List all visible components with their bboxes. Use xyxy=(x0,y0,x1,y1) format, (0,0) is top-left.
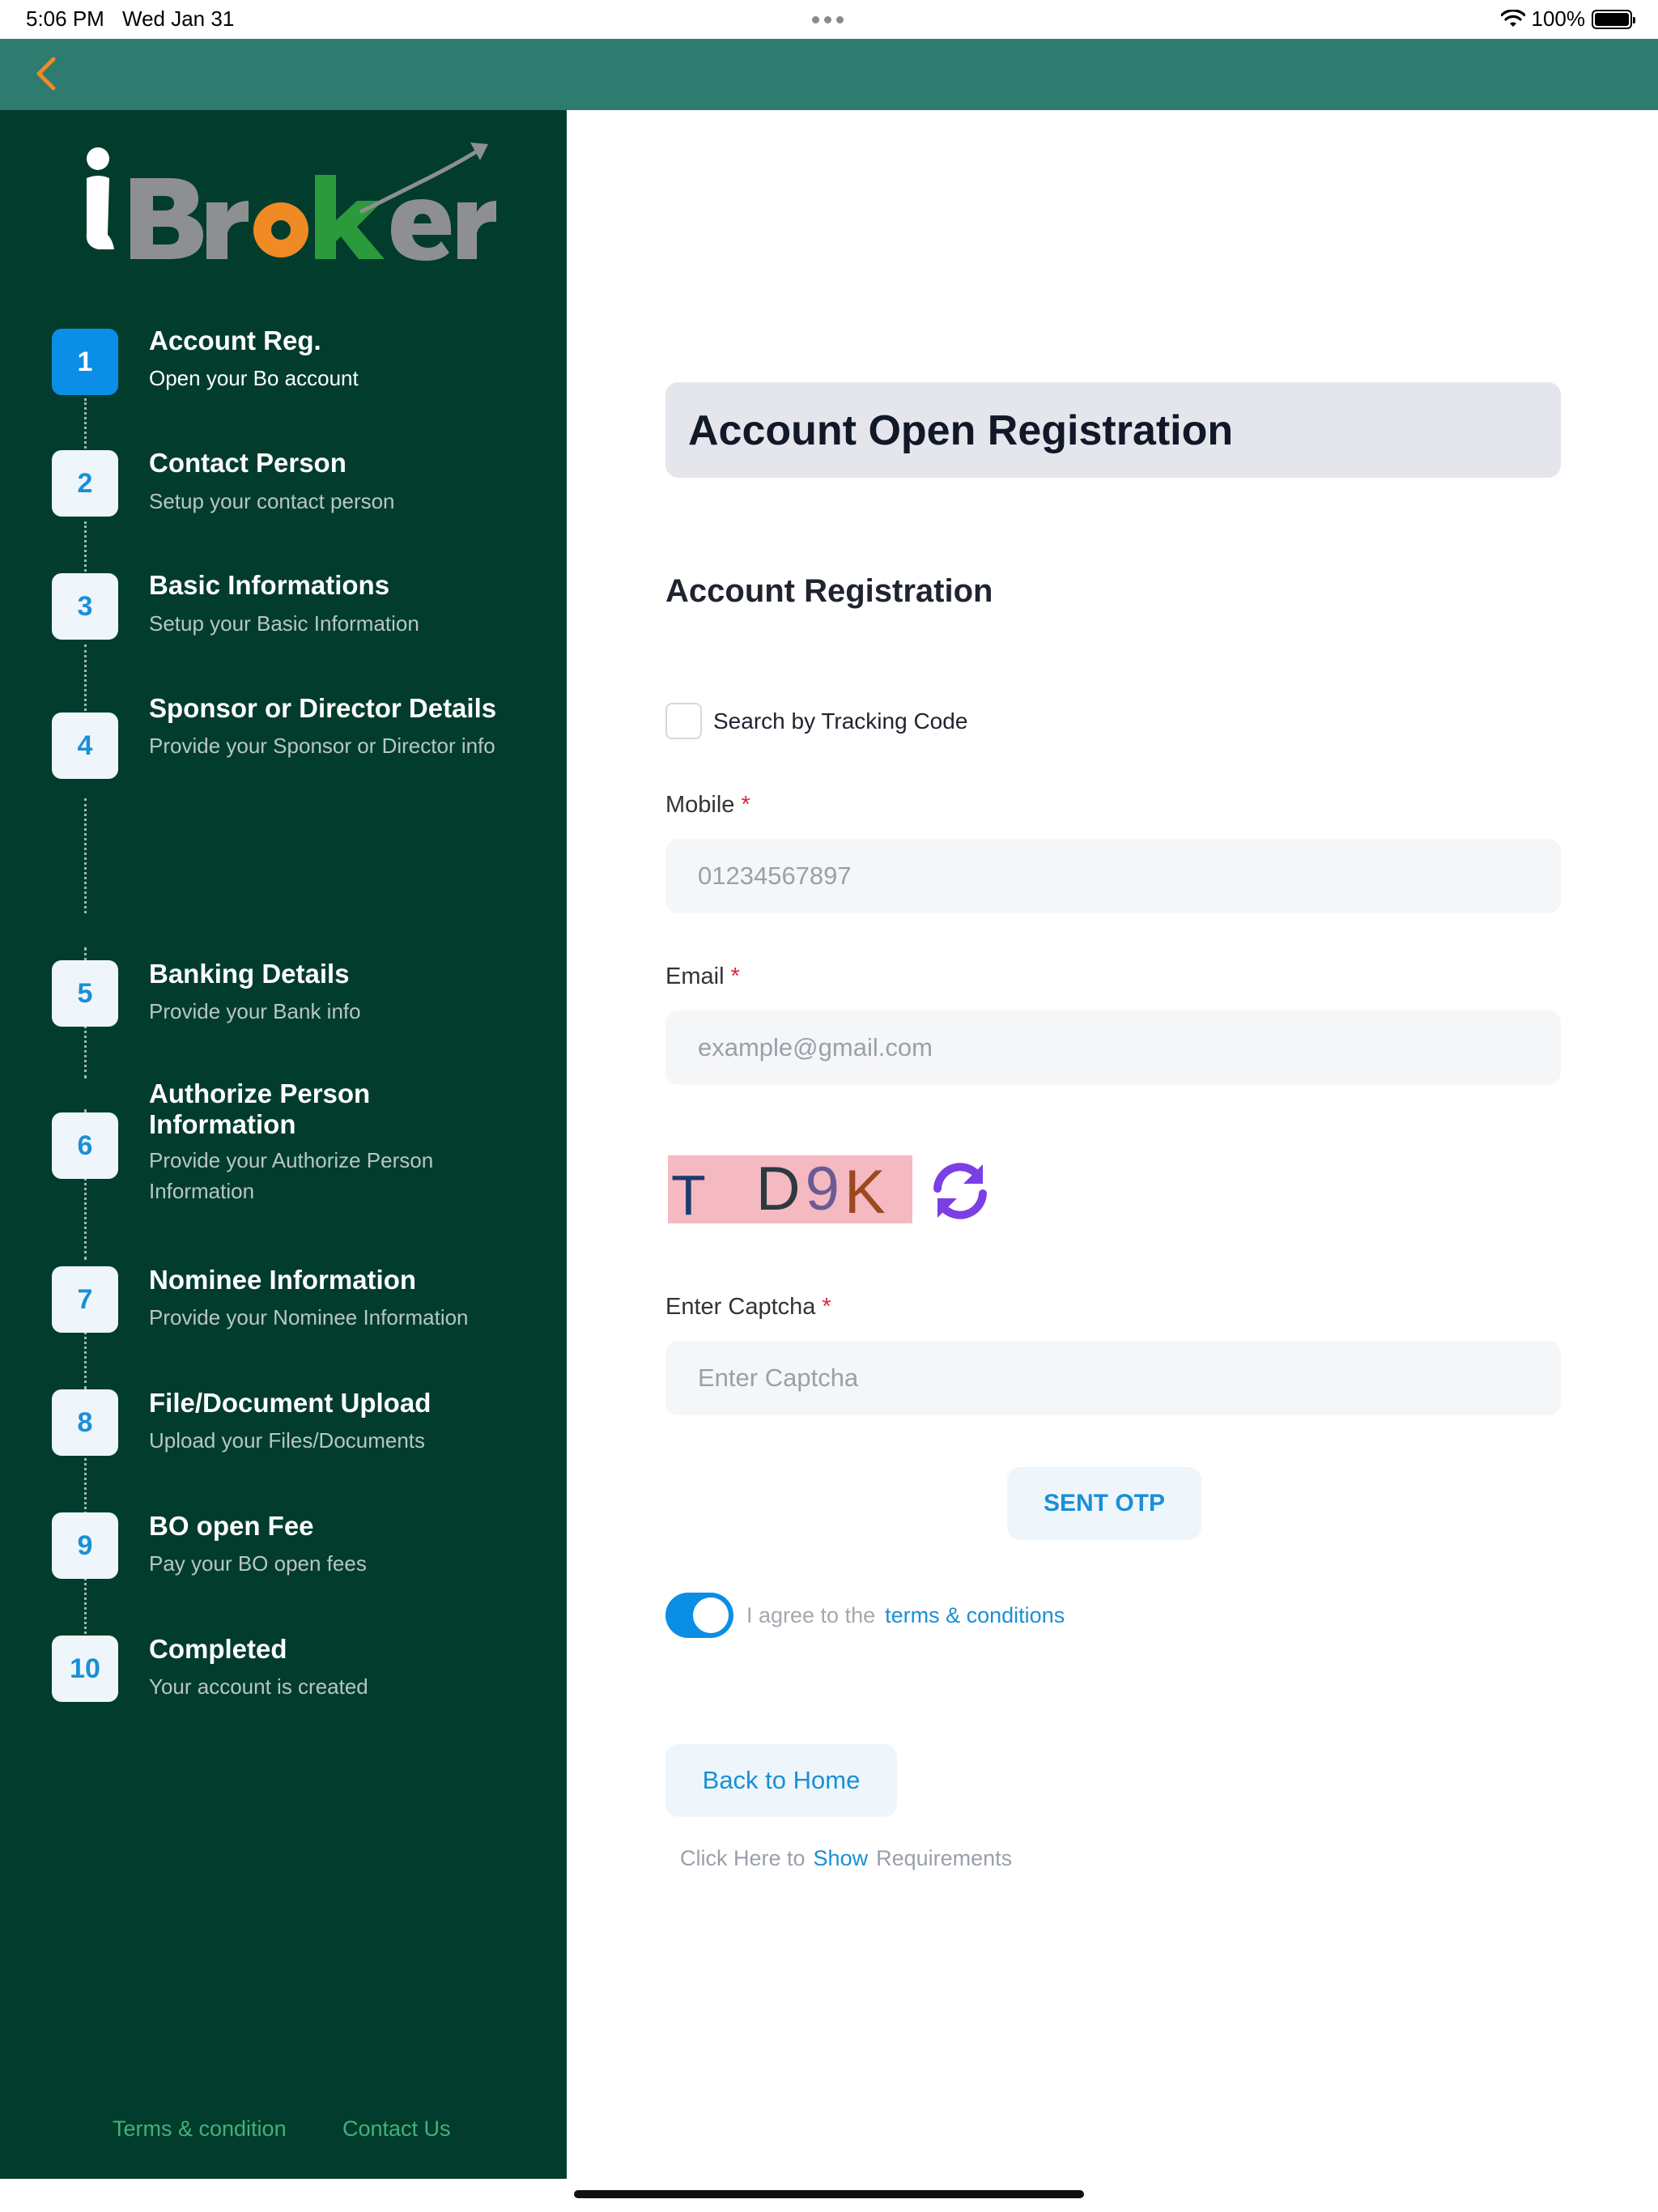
step-description: Provide your Bank info xyxy=(149,999,361,1023)
email-input[interactable] xyxy=(665,1010,1561,1085)
step-title: Basic Informations xyxy=(149,570,390,600)
main-content: Account Open Registration Account Regist… xyxy=(567,110,1658,2179)
sidebar-footer: Terms & condition Contact Us xyxy=(0,2116,567,2157)
step-description: Open your Bo account xyxy=(149,366,359,390)
step-number-badge: 2 xyxy=(52,450,118,517)
step-title: Nominee Information xyxy=(149,1265,417,1295)
requirements-row: Click Here to Show Requirements xyxy=(680,1846,1012,1871)
step-title: Sponsor or Director Details xyxy=(149,693,497,723)
mobile-input[interactable] xyxy=(665,839,1561,913)
step-description: Pay your BO open fees xyxy=(149,1551,367,1576)
terms-agreement: I agree to the terms & conditions xyxy=(665,1591,1065,1640)
step-number-badge: 7 xyxy=(52,1266,118,1333)
tracking-code-checkbox[interactable] xyxy=(665,703,702,739)
sidebar: 1 Account Reg. Open your Bo account 2 Co… xyxy=(0,110,567,2179)
section-title: Account Registration xyxy=(665,573,993,609)
status-date: Wed Jan 31 xyxy=(122,6,235,31)
requirements-suffix: Requirements xyxy=(876,1846,1013,1870)
email-label: Email * xyxy=(665,963,740,990)
step-connector xyxy=(84,521,87,572)
chevron-left-icon xyxy=(36,57,56,91)
mobile-label-text: Mobile xyxy=(665,792,735,818)
step-description: Setup your Basic Information xyxy=(149,611,419,636)
step-title: BO open Fee xyxy=(149,1511,314,1541)
battery-percent: 100% xyxy=(1531,6,1586,31)
step-connector xyxy=(84,798,87,913)
contact-us-link[interactable]: Contact Us xyxy=(342,2116,451,2142)
back-to-home-button[interactable]: Back to Home xyxy=(665,1744,897,1817)
captcha-input[interactable] xyxy=(665,1341,1561,1415)
agree-toggle[interactable] xyxy=(665,1593,733,1638)
step-description: Your account is created xyxy=(149,1674,368,1699)
step-title: Banking Details xyxy=(149,959,350,989)
ibroker-logo xyxy=(86,143,496,261)
requirements-prefix: Click Here to xyxy=(680,1846,806,1870)
step-description: Provide your Sponsor or Director info xyxy=(149,734,495,758)
step-description: Provide your Authorize Person Informatio… xyxy=(149,1148,434,1203)
required-mark: * xyxy=(730,963,740,989)
captcha-char: D xyxy=(755,1155,801,1223)
step-title: Contact Person xyxy=(149,448,346,478)
tracking-code-option[interactable]: Search by Tracking Code xyxy=(665,703,967,739)
show-requirements-link[interactable]: Show xyxy=(814,1846,869,1870)
status-indicators: 100% xyxy=(1500,6,1635,32)
terms-conditions-link[interactable]: terms & conditions xyxy=(885,1603,1065,1628)
wifi-icon xyxy=(1500,9,1525,27)
required-mark: * xyxy=(822,1294,831,1320)
status-time: 5:06 PM xyxy=(26,6,104,31)
step-number-badge: 1 xyxy=(52,329,118,395)
mobile-label: Mobile * xyxy=(665,792,750,819)
step-number-badge: 10 xyxy=(52,1636,118,1702)
page-title: Account Open Registration xyxy=(688,407,1234,454)
terms-condition-link[interactable]: Terms & condition xyxy=(113,2116,287,2142)
email-label-text: Email xyxy=(665,963,725,989)
battery-icon xyxy=(1592,9,1635,29)
step-title: Account Reg. xyxy=(149,325,321,355)
step-number-badge: 6 xyxy=(52,1112,118,1179)
step-number-badge: 4 xyxy=(52,713,118,779)
required-mark: * xyxy=(741,792,750,818)
app-header xyxy=(0,39,1658,110)
step-title: Authorize Person Information xyxy=(149,1078,371,1139)
captcha-label: Enter Captcha * xyxy=(665,1294,831,1321)
step-title: Completed xyxy=(149,1634,287,1664)
back-button[interactable] xyxy=(26,53,66,94)
step-number-badge: 5 xyxy=(52,960,118,1027)
agree-text: I agree to the xyxy=(746,1602,876,1627)
step-description: Setup your contact person xyxy=(149,489,395,513)
page-title-banner: Account Open Registration xyxy=(665,382,1561,478)
refresh-icon xyxy=(933,1163,987,1219)
tracking-code-label: Search by Tracking Code xyxy=(713,708,968,734)
multitasking-dots-icon[interactable] xyxy=(812,16,844,23)
step-description: Upload your Files/Documents xyxy=(149,1428,426,1453)
captcha-char: 9 xyxy=(805,1155,840,1223)
sent-otp-button[interactable]: SENT OTP xyxy=(1007,1467,1201,1540)
step-number-badge: 9 xyxy=(52,1512,118,1579)
captcha-refresh-button[interactable] xyxy=(926,1159,994,1223)
home-indicator[interactable] xyxy=(574,2190,1084,2198)
step-title: File/Document Upload xyxy=(149,1388,432,1418)
captcha-char: K xyxy=(844,1158,886,1227)
step-number-badge: 3 xyxy=(52,573,118,640)
step-description: Provide your Nominee Information xyxy=(149,1305,469,1329)
step-number-badge: 8 xyxy=(52,1389,118,1456)
captcha-char: T xyxy=(671,1163,706,1227)
captcha-image: T D 9 K xyxy=(668,1155,912,1223)
step-connector xyxy=(84,398,87,449)
captcha-label-text: Enter Captcha xyxy=(665,1294,816,1320)
status-bar: 5:06 PM Wed Jan 31 100% xyxy=(0,0,1658,39)
